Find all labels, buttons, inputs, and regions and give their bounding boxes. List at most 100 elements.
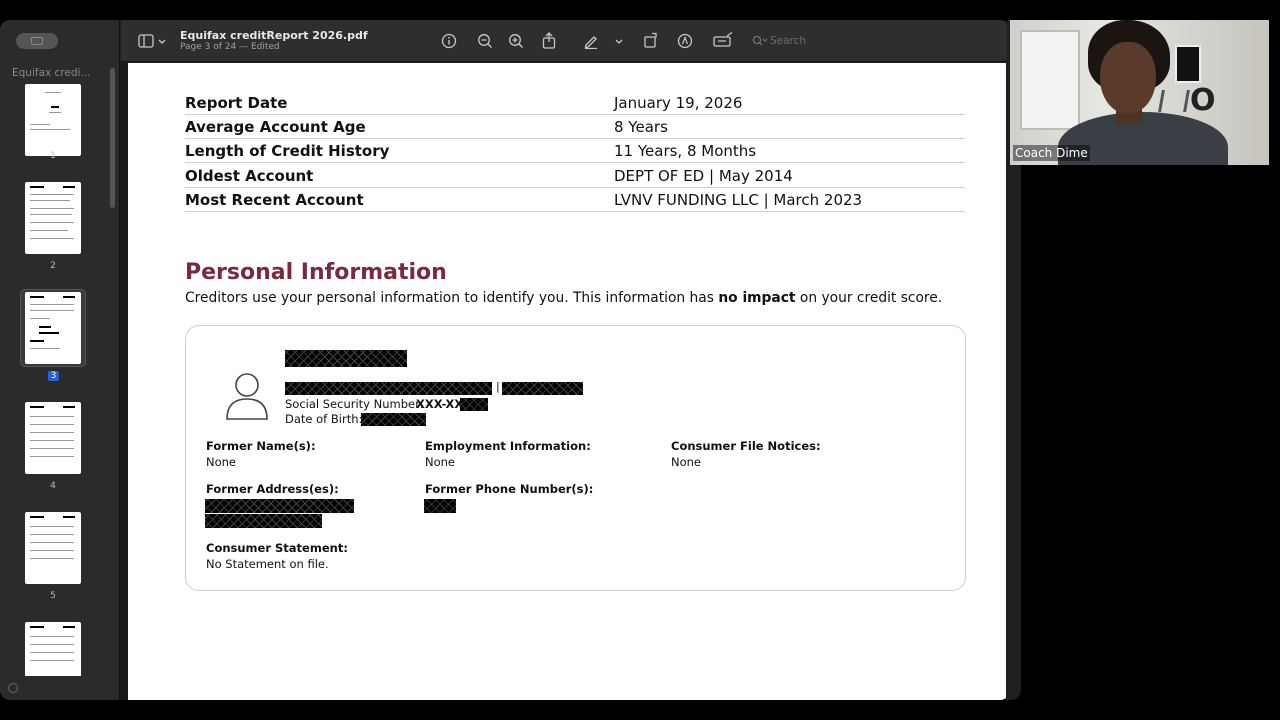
page-thumbnail-4[interactable] bbox=[25, 402, 81, 474]
page-thumbnail-1[interactable] bbox=[25, 84, 81, 156]
thumbnail-line bbox=[51, 106, 59, 108]
consumer-file-notices-value: None bbox=[671, 455, 702, 469]
report-row-value: 11 Years, 8 Months bbox=[614, 142, 757, 160]
thumbnail-line bbox=[30, 550, 74, 551]
thumbnail-line bbox=[30, 318, 50, 319]
thumbnail-line bbox=[30, 214, 72, 215]
thumbnail-line bbox=[30, 542, 74, 543]
employment-label: Employment Information: bbox=[425, 439, 591, 453]
personal-info-card: | Social Security Number: XXX-XX- Date o… bbox=[185, 325, 966, 591]
thumbnail-line bbox=[45, 92, 61, 93]
webcam-video[interactable]: O Coach Dime bbox=[1010, 20, 1269, 165]
redacted-name bbox=[285, 350, 407, 367]
page-thumbnail-3[interactable] bbox=[25, 292, 81, 364]
share-icon[interactable] bbox=[542, 32, 556, 53]
document-title: Equifax creditReport 2026.pdf bbox=[180, 29, 368, 42]
report-row: Oldest Account DEPT OF ED | May 2014 bbox=[185, 164, 965, 188]
thumbnail-line bbox=[30, 516, 44, 518]
report-row-label: Length of Credit History bbox=[185, 142, 390, 160]
thumbnail-label-selected: 3 bbox=[48, 371, 59, 381]
description-bold-text: no impact bbox=[718, 290, 796, 306]
consumer-file-notices-label: Consumer File Notices: bbox=[671, 439, 821, 453]
background-wall-frame bbox=[1175, 45, 1201, 83]
separator: | bbox=[496, 380, 500, 393]
thumbnail-line bbox=[30, 652, 74, 653]
report-row: Report Date January 19, 2026 bbox=[185, 91, 965, 115]
thumbnail-line bbox=[30, 238, 74, 239]
report-row-value: 8 Years bbox=[614, 118, 668, 136]
rotate-icon[interactable] bbox=[643, 32, 659, 52]
toolbar: Equifax creditReport 2026.pdf Page 3 of … bbox=[121, 20, 1010, 62]
chevron-down-icon[interactable] bbox=[615, 34, 623, 52]
document-subtitle: Page 3 of 24 — Edited bbox=[180, 42, 280, 52]
page-thumbnail-6[interactable] bbox=[25, 622, 81, 676]
page-thumbnail-2[interactable] bbox=[25, 182, 81, 254]
report-row-value: January 19, 2026 bbox=[614, 94, 743, 112]
thumbnail-line bbox=[30, 310, 74, 311]
thumbnail-line bbox=[30, 644, 74, 645]
thumbnail-line bbox=[39, 326, 51, 328]
sidebar-icon[interactable] bbox=[138, 34, 154, 52]
thumbnail-line bbox=[30, 194, 74, 195]
thumbnail-line bbox=[30, 124, 50, 125]
ssn-label: Social Security Number: bbox=[285, 397, 424, 411]
thumbnail-line bbox=[30, 440, 74, 441]
thumbnail-line bbox=[63, 406, 75, 408]
background-window bbox=[1020, 30, 1080, 130]
background-decor bbox=[1158, 90, 1190, 112]
thumbnail-line bbox=[30, 558, 74, 559]
report-row: Most Recent Account LVNV FUNDING LLC | M… bbox=[185, 188, 965, 212]
thumbnail-line bbox=[30, 129, 70, 130]
info-icon[interactable] bbox=[441, 33, 457, 53]
thumbnail-line bbox=[63, 516, 75, 518]
former-phone-label: Former Phone Number(s): bbox=[425, 482, 594, 496]
thumbnail-line bbox=[30, 456, 74, 457]
thumbnail-line bbox=[39, 332, 59, 334]
report-row: Average Account Age 8 Years bbox=[185, 115, 965, 139]
sidebar-view-toggle[interactable] bbox=[16, 33, 58, 49]
zoom-out-icon[interactable] bbox=[477, 33, 493, 53]
thumbnail-line bbox=[30, 304, 74, 305]
thumbnail-line bbox=[30, 424, 74, 425]
zoom-in-icon[interactable] bbox=[508, 33, 524, 53]
thumbnail-line bbox=[30, 186, 44, 188]
thumbnail-line bbox=[63, 186, 75, 188]
sidebar-scrollbar[interactable] bbox=[110, 68, 115, 208]
thumbnail-line bbox=[30, 636, 74, 637]
sidebar-icon bbox=[31, 37, 43, 45]
report-row: Length of Credit History 11 Years, 8 Mon… bbox=[185, 139, 965, 163]
thumbnail-line bbox=[30, 230, 68, 231]
pdf-page: Report Date January 19, 2026 Average Acc… bbox=[128, 63, 1006, 700]
former-names-label: Former Name(s): bbox=[206, 439, 316, 453]
thumbnail-line bbox=[30, 626, 44, 628]
report-row-label: Most Recent Account bbox=[185, 191, 364, 209]
markup-toolbar-icon[interactable] bbox=[713, 31, 733, 52]
thumbnail-line bbox=[30, 416, 74, 417]
thumbnail-line bbox=[30, 222, 74, 223]
add-page-icon[interactable] bbox=[8, 683, 18, 693]
annotate-icon[interactable] bbox=[677, 33, 693, 53]
thumbnail-line bbox=[30, 208, 74, 209]
redacted-phone bbox=[502, 382, 583, 395]
search-icon bbox=[752, 35, 768, 46]
thumbnail-line bbox=[63, 626, 75, 628]
report-row-label: Report Date bbox=[185, 94, 288, 112]
chevron-down-icon[interactable] bbox=[158, 34, 166, 52]
redacted-dob bbox=[361, 413, 426, 426]
document-area[interactable]: Report Date January 19, 2026 Average Acc… bbox=[121, 63, 1010, 700]
markup-pen-icon[interactable] bbox=[583, 33, 599, 53]
page-thumbnail-5[interactable] bbox=[25, 512, 81, 584]
former-names-value: None bbox=[206, 455, 237, 469]
consumer-statement-value: No Statement on file. bbox=[206, 557, 329, 571]
thumbnail-sidebar: Equifax credi... 1 2 3 4 5 bbox=[0, 20, 120, 700]
search-input[interactable] bbox=[770, 33, 836, 49]
thumbnail-line bbox=[30, 406, 44, 408]
redacted-address bbox=[285, 382, 492, 395]
thumbnail-line bbox=[30, 660, 74, 661]
thumbnail-line bbox=[30, 526, 74, 527]
thumbnail-label: 4 bbox=[50, 481, 56, 491]
thumbnail-line bbox=[30, 448, 74, 449]
redacted-ssn bbox=[460, 398, 488, 411]
thumbnail-line bbox=[30, 200, 70, 201]
search-field[interactable] bbox=[750, 33, 840, 49]
